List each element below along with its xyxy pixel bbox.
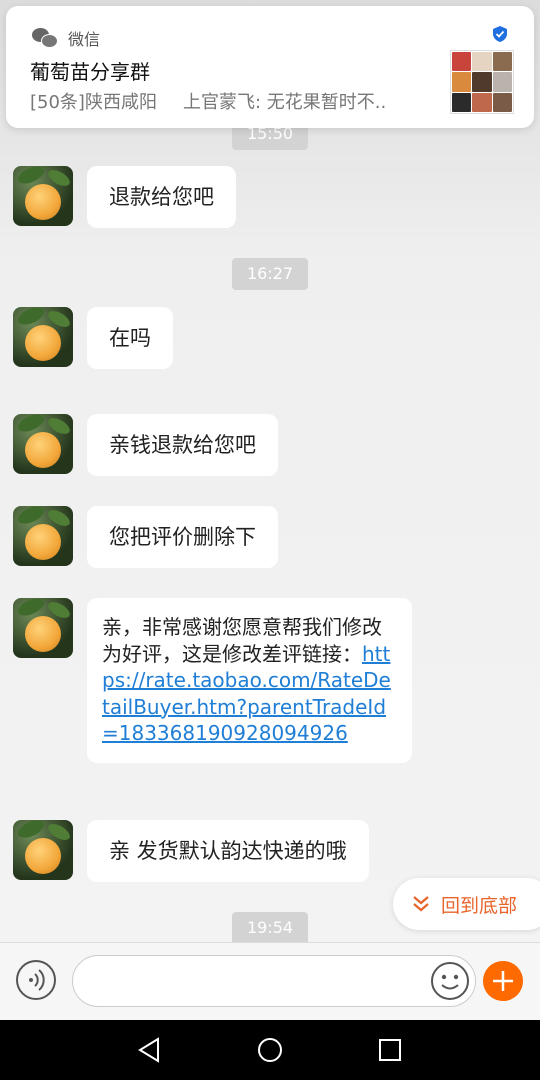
message-bubble[interactable]: 亲钱退款给您吧 (87, 414, 278, 476)
voice-icon[interactable] (16, 960, 56, 1000)
message-bubble[interactable]: 您把评价删除下 (87, 506, 278, 568)
recents-nav-icon[interactable] (376, 1036, 404, 1064)
verified-shield-icon (493, 26, 507, 42)
message-input[interactable] (72, 955, 476, 1007)
message-bubble[interactable]: 亲，非常感谢您愿意帮我们修改为好评，这是修改差评链接：https://rate.… (87, 598, 412, 763)
back-nav-icon[interactable] (136, 1036, 164, 1064)
back-to-bottom-label: 回到底部 (441, 894, 518, 917)
notification-message-body: 上官蒙飞: 无花果暂时不.. (182, 92, 387, 113)
notification-title: 葡萄苗分享群 (30, 60, 150, 84)
wechat-icon (32, 28, 58, 48)
system-nav-bar (0, 1020, 540, 1080)
notification-app-row: 微信 (32, 26, 100, 50)
avatar[interactable] (13, 166, 73, 226)
double-chevron-down-icon (413, 896, 429, 912)
avatar[interactable] (13, 414, 73, 474)
input-bar (0, 942, 540, 1021)
back-to-bottom-button[interactable]: 回到底部 (393, 878, 540, 930)
chat-area[interactable]: 15:50 退款给您吧 16:27 在吗 亲钱退款给您吧 您把评价删除下 亲，非… (0, 0, 540, 942)
emoji-icon[interactable] (430, 961, 470, 1001)
group-thumbnail (450, 50, 514, 114)
plus-icon[interactable] (483, 961, 523, 1001)
message-bubble[interactable]: 亲 发货默认韵达快递的哦 (87, 820, 369, 882)
message-bubble[interactable]: 退款给您吧 (87, 166, 236, 228)
notification-banner[interactable]: 微信 葡萄苗分享群 [50条]陕西咸阳 上官蒙飞: 无花果暂时不.. (6, 6, 534, 128)
timestamp: 19:54 (232, 912, 308, 942)
message-text: 亲，非常感谢您愿意帮我们修改为好评，这是修改差评链接： (102, 615, 382, 666)
avatar[interactable] (13, 506, 73, 566)
avatar[interactable] (13, 820, 73, 880)
avatar[interactable] (13, 598, 73, 658)
notification-app-name: 微信 (68, 30, 101, 49)
notification-message-prefix: [50条]陕西咸阳 (30, 92, 157, 113)
avatar[interactable] (13, 307, 73, 367)
timestamp: 16:27 (232, 258, 308, 290)
message-bubble[interactable]: 在吗 (87, 307, 173, 369)
notification-message: [50条]陕西咸阳 上官蒙飞: 无花果暂时不.. (30, 88, 412, 114)
home-nav-icon[interactable] (256, 1036, 284, 1064)
